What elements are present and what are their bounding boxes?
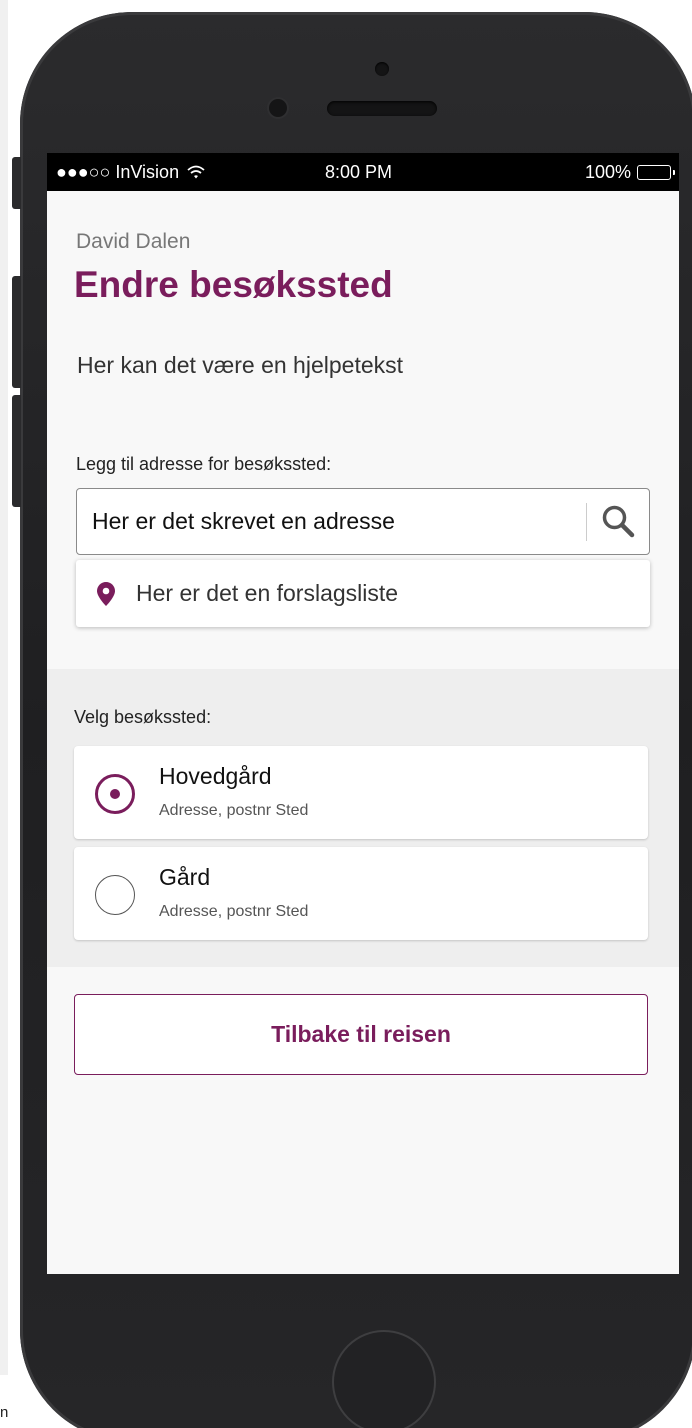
location-option-gard[interactable]: Gård Adresse, postnr Sted bbox=[74, 847, 648, 940]
help-text: Her kan det være en hjelpetekst bbox=[77, 352, 404, 378]
volume-down-button[interactable] bbox=[12, 395, 21, 507]
address-input-value[interactable]: Her er det skrevet en adresse bbox=[92, 508, 395, 535]
choose-location-section: Velg besøkssted: Hovedgård Adresse, post… bbox=[47, 669, 679, 967]
option-title: Gård bbox=[159, 864, 211, 890]
carrier-label: ●●●○○ InVision bbox=[56, 162, 180, 182]
status-bar: ●●●○○ InVision 8:00 PM 100% bbox=[47, 153, 679, 191]
map-pin-icon bbox=[97, 582, 115, 611]
search-button[interactable] bbox=[587, 489, 649, 553]
choose-location-label: Velg besøkssted: bbox=[74, 707, 212, 727]
carrier-signal: ●●●○○ InVision bbox=[56, 162, 205, 183]
back-to-trip-button[interactable]: Tilbake til reisen bbox=[74, 994, 648, 1075]
suggestion-item[interactable]: Her er det en forslagsliste bbox=[76, 560, 650, 627]
corner-text: n bbox=[0, 1404, 9, 1421]
mute-switch[interactable] bbox=[12, 157, 21, 209]
home-button[interactable] bbox=[332, 1330, 436, 1428]
radio-unselected[interactable] bbox=[95, 875, 135, 915]
earpiece-speaker bbox=[327, 101, 437, 116]
battery-icon bbox=[637, 165, 675, 180]
option-subtitle: Adresse, postnr Sted bbox=[159, 903, 309, 920]
phone-screen: ●●●○○ InVision 8:00 PM 100% David Dalen … bbox=[47, 153, 679, 1274]
user-name: David Dalen bbox=[76, 230, 191, 253]
address-label: Legg til adresse for besøkssted: bbox=[76, 454, 332, 474]
location-option-hovedgard[interactable]: Hovedgård Adresse, postnr Sted bbox=[74, 746, 648, 839]
option-subtitle: Adresse, postnr Sted bbox=[159, 802, 309, 819]
search-icon bbox=[602, 505, 635, 538]
suggestion-text: Her er det en forslagsliste bbox=[136, 580, 399, 606]
front-camera bbox=[269, 99, 287, 117]
background-strip bbox=[0, 0, 8, 1375]
radio-selected[interactable] bbox=[95, 774, 135, 814]
option-title: Hovedgård bbox=[159, 763, 272, 789]
front-sensor bbox=[375, 62, 389, 76]
battery-percent: 100% bbox=[584, 162, 631, 182]
battery-status: 100% bbox=[584, 162, 675, 183]
wifi-icon bbox=[187, 165, 205, 179]
status-time: 8:00 PM bbox=[325, 162, 393, 182]
page-title: Endre besøkssted bbox=[74, 264, 393, 305]
volume-up-button[interactable] bbox=[12, 276, 21, 388]
address-input[interactable]: Her er det skrevet en adresse bbox=[76, 488, 650, 555]
